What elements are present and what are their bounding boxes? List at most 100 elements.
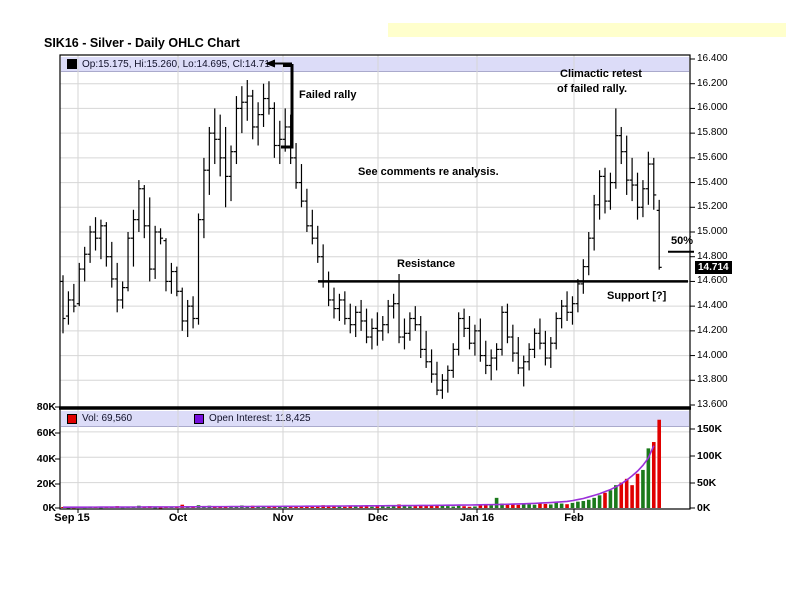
ohlc-bar [98,219,104,260]
volume-bar [408,506,412,508]
ohlc-bar [645,151,651,205]
volume-bar [456,505,461,508]
volume-bar [608,490,613,508]
volume-bar [619,482,624,508]
ohlc-bar [613,108,619,189]
price-axis-label: 16.000 [697,102,728,114]
volume-bar [570,502,575,508]
price-axis-label: 15.800 [697,127,728,139]
ohlc-bar [163,238,169,292]
ohlc-bar [374,312,380,346]
volume-bar [370,506,374,508]
price-axis-label: 15.600 [697,151,728,163]
volume-bar [413,506,418,508]
ohlc-bar [141,185,147,239]
ohlc-bar [93,217,99,251]
annotation-climactic-line2: of failed rally. [557,83,628,95]
ohlc-bar [461,308,467,338]
ohlc-bar [607,172,613,210]
annotation-support: Support [?] [607,290,667,302]
price-axis-label: 13.600 [697,399,728,410]
ohlc-bar [353,306,359,338]
ohlc-bar [315,225,321,263]
ohlc-bar [369,318,375,350]
ohlc-bar [266,81,272,115]
ohlc-bar [244,80,250,121]
ohlc-bar [412,306,418,331]
volume-right-axis-label: 100K [697,450,723,462]
ohlc-bar [504,303,510,344]
price-axis-label: 13.800 [697,374,728,386]
ohlc-bar [212,108,218,165]
left-arrow-icon [265,59,275,68]
ohlc-bar [629,157,635,202]
volume-bar [467,506,472,508]
volume-bar [543,503,548,508]
price-axis-label: 14.400 [697,300,728,312]
volume-bar [624,478,629,508]
ohlc-bar [418,316,424,359]
ohlc-bar [228,145,234,202]
ohlc-bar [239,86,245,134]
volume-bar [451,506,456,508]
ohlc-bar [103,222,109,267]
x-axis-label: Sep 15 [54,512,90,524]
ohlc-bar [304,188,310,232]
ohlc-bar [407,312,413,341]
ohlc-bar [179,287,185,331]
ohlc-bar [521,355,527,387]
ohlc-bar [206,126,212,195]
ohlc-bar [223,126,229,208]
volume-bar [343,506,347,508]
volume-bar [375,506,380,508]
ohlc-bar [358,299,364,331]
ohlc-bar [233,96,239,165]
volume-bar [554,502,559,508]
ohlc-bar [439,374,445,399]
volume-bar [462,506,466,508]
ohlc-bar [423,330,429,368]
volume-bar [473,506,477,508]
ohlc-bar [196,213,201,325]
ohlc-bar [364,308,370,344]
ohlc-bar [130,209,136,267]
ohlc-bar [537,318,543,350]
volume-bar [516,504,521,508]
price-axis-label: 16.400 [697,53,728,64]
ohlc-bar [336,293,342,321]
ohlc-bar [342,291,348,325]
price-axis-label: 14.000 [697,349,728,361]
open-interest-line [62,445,655,509]
volume-bar [657,419,661,508]
ohlc-bar [114,262,120,313]
x-axis-label: Jan 16 [459,512,495,524]
volume-bar [494,497,499,508]
volume-bar [641,469,645,508]
volume-bar [592,497,596,508]
ohlc-bar [602,167,608,214]
ohlc-bar [331,287,337,319]
annotation-failed-rally: Failed rally [299,89,357,101]
price-axis-label: 14.600 [697,275,728,287]
ohlc-bar [298,164,304,208]
ohlc-bar [217,114,223,177]
annotation-resistance: Resistance [397,258,456,270]
ohlc-bar [347,303,353,334]
ohlc-bar [158,228,164,245]
volume-pane-frame [59,407,691,510]
x-axis-label: Feb [564,512,584,524]
ohlc-bar [147,197,153,282]
price-axis-label: 16.200 [697,77,728,89]
ohlc-bar [510,324,516,362]
ohlc-bar [656,199,662,270]
volume-bar [576,501,580,508]
price-axis-label: 14.200 [697,324,728,336]
volume-left-axis-label: 20K [36,478,56,490]
price-axis-label: 14.800 [697,250,728,262]
ohlc-bar [185,299,191,338]
annotation-fifty-percent: 50% [671,235,694,247]
ohlc-bar [385,299,391,334]
ohlc-bar [640,180,646,218]
ohlc-bar [309,209,315,245]
ohlc-bar [488,349,494,381]
